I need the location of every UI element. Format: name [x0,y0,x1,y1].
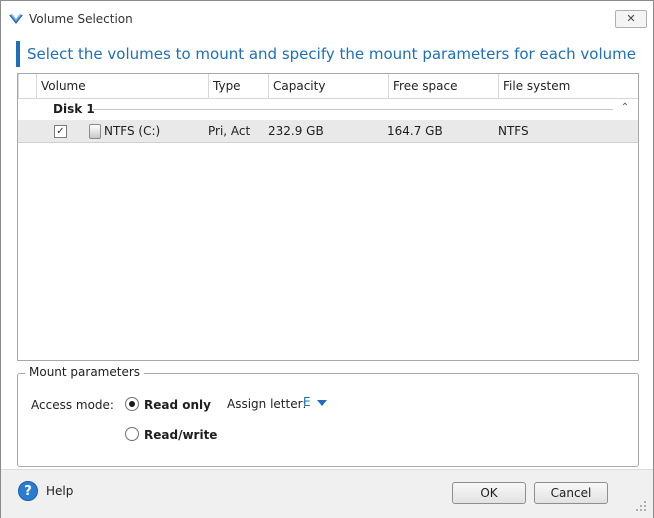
cell-type: Pri, Act [208,124,251,138]
dialog-content: Select the volumes to mount and specify … [1,35,653,518]
dropdown-arrow-icon [316,399,327,406]
title-bar: Volume Selection ✕ [1,1,653,35]
column-header-volume[interactable]: Volume [36,74,208,98]
page-heading: Select the volumes to mount and specify … [27,45,637,63]
header-spacer [18,74,36,98]
read-write-label[interactable]: Read/write [144,428,217,442]
mount-parameters-group: Mount parameters Access mode: Read only … [17,365,639,467]
cell-volume: NTFS (C:) [104,124,161,138]
window-title: Volume Selection [29,12,133,26]
volume-selection-window: Volume Selection ✕ Select the volumes to… [0,0,654,518]
volume-checkbox[interactable]: ✓ [54,125,67,138]
checkmark-icon: ✓ [56,126,65,137]
help-icon[interactable]: ? [18,481,38,501]
cancel-button[interactable]: Cancel [534,482,608,504]
cell-capacity: 232.9 GB [268,124,324,138]
group-divider [93,109,613,110]
column-header-free-space[interactable]: Free space [388,74,498,98]
drive-icon [89,124,101,139]
drive-letter-value: E [303,395,311,409]
read-write-radio[interactable] [125,427,139,441]
cell-free-space: 164.7 GB [387,124,443,138]
resize-grip-icon[interactable] [635,500,647,512]
mount-parameters-legend: Mount parameters [25,365,145,379]
column-header-type[interactable]: Type [208,74,268,98]
collapse-up-icon[interactable]: ⌃ [619,101,631,115]
read-only-radio[interactable] [125,397,139,411]
assign-letter-label: Assign letter: [227,397,307,411]
cell-file-system: NTFS [498,124,529,138]
heading-accent-bar [16,41,20,67]
table-header: Volume Type Capacity Free space File sys… [18,74,638,99]
acronis-logo-icon [9,13,23,24]
group-row-disk-1[interactable]: Disk 1 ⌃ [18,98,638,120]
table-row[interactable]: ✓ NTFS (C:) Pri, Act 232.9 GB 164.7 GB N… [18,120,638,143]
column-header-capacity[interactable]: Capacity [268,74,388,98]
group-label: Disk 1 [53,102,95,116]
column-header-file-system[interactable]: File system [498,74,636,98]
ok-button[interactable]: OK [452,482,526,504]
drive-letter-dropdown[interactable]: E [303,395,327,409]
close-button[interactable]: ✕ [615,10,647,28]
volumes-table: Volume Type Capacity Free space File sys… [17,73,639,361]
access-mode-label: Access mode: [31,398,114,412]
dialog-footer: ? Help OK Cancel [1,469,653,518]
read-only-label[interactable]: Read only [144,398,211,412]
help-link[interactable]: Help [46,484,73,498]
